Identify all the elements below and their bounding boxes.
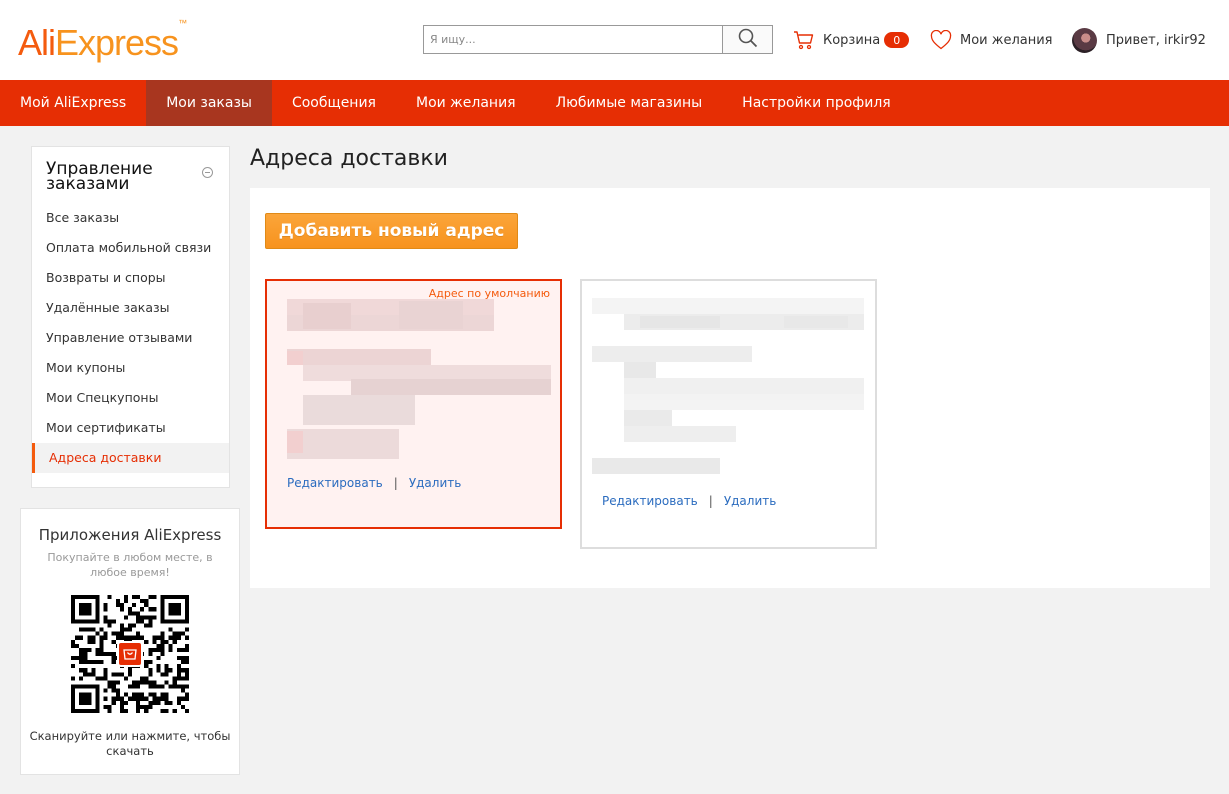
search-icon — [738, 28, 758, 52]
qr-code[interactable] — [71, 595, 189, 713]
user-avatar — [1072, 27, 1097, 53]
actions-separator: | — [708, 494, 713, 508]
cart-link[interactable]: Корзина 0 — [793, 29, 910, 51]
search-bar — [423, 25, 773, 54]
sidebar-item-returns-disputes[interactable]: Возвраты и споры — [32, 263, 229, 293]
nav-item-messages[interactable]: Сообщения — [272, 80, 396, 126]
logo-ali: Ali — [18, 22, 56, 63]
add-new-address-button[interactable]: Добавить новый адрес — [265, 213, 518, 249]
address-card: Редактировать | Удалить — [580, 279, 877, 549]
sidebar-item-special-coupons[interactable]: Мои Спецкупоны — [32, 383, 229, 413]
sidebar-item-shipping-addresses[interactable]: Адреса доставки — [32, 443, 229, 473]
app-scan-text: Сканируйте или нажмите, чтобы скачать — [29, 729, 231, 758]
sidebar-item-mobile-payment[interactable]: Оплата мобильной связи — [32, 233, 229, 263]
cart-count-badge: 0 — [884, 32, 910, 48]
sidebar-list: Все заказы Оплата мобильной связи Возвра… — [32, 203, 229, 473]
order-management-panel: Управление заказами Все заказы Оплата мо… — [31, 146, 230, 488]
aliexpress-app-icon — [117, 641, 143, 667]
address-actions: Редактировать | Удалить — [287, 476, 461, 490]
sidebar-item-coupons[interactable]: Мои купоны — [32, 353, 229, 383]
header: AliExpress™ Корзина 0 Мои желания Привет… — [0, 0, 1229, 80]
heart-icon — [930, 30, 952, 50]
sidebar-title: Управление заказами — [46, 159, 153, 194]
cart-icon — [793, 30, 815, 50]
user-menu[interactable]: Привет, irkir92 — [1072, 27, 1206, 53]
nav-item-my-orders[interactable]: Мои заказы — [146, 80, 272, 126]
user-greeting: Привет, irkir92 — [1106, 32, 1206, 48]
wishlist-link[interactable]: Мои желания — [930, 29, 1053, 51]
sidebar-item-all-orders[interactable]: Все заказы — [32, 203, 229, 233]
wishlist-label: Мои желания — [960, 32, 1053, 48]
logo-tm: ™ — [178, 18, 188, 28]
sidebar-item-feedback[interactable]: Управление отзывами — [32, 323, 229, 353]
sidebar-item-deleted-orders[interactable]: Удалённые заказы — [32, 293, 229, 323]
logo-express: Express — [55, 22, 179, 63]
page-title: Адреса доставки — [250, 146, 448, 171]
main-nav: Мой AliExpress Мои заказы Сообщения Мои … — [0, 80, 1229, 126]
address-actions: Редактировать | Удалить — [602, 494, 776, 508]
address-blurred-content — [287, 299, 552, 468]
nav-item-wishlist[interactable]: Мои желания — [396, 80, 536, 126]
search-button[interactable] — [722, 26, 772, 53]
edit-address-link[interactable]: Редактировать — [602, 494, 698, 508]
search-input[interactable] — [424, 26, 722, 53]
delete-address-link[interactable]: Удалить — [409, 476, 462, 490]
actions-separator: | — [393, 476, 398, 490]
edit-address-link[interactable]: Редактировать — [287, 476, 383, 490]
address-blurred-content — [592, 298, 867, 482]
nav-item-favorite-stores[interactable]: Любимые магазины — [536, 80, 723, 126]
nav-item-profile-settings[interactable]: Настройки профиля — [722, 80, 911, 126]
aliexpress-logo[interactable]: AliExpress™ — [18, 18, 187, 64]
app-download-panel: Приложения AliExpress Покупайте в любом … — [20, 508, 240, 775]
cart-label: Корзина — [823, 32, 881, 48]
nav-item-my-aliexpress[interactable]: Мой AliExpress — [0, 80, 146, 126]
app-subtitle: Покупайте в любом месте, в любое время! — [47, 551, 213, 579]
delete-address-link[interactable]: Удалить — [724, 494, 777, 508]
sidebar-item-certificates[interactable]: Мои сертификаты — [32, 413, 229, 443]
collapse-icon[interactable] — [202, 167, 213, 178]
addresses-panel: Добавить новый адрес Адрес по умолчанию — [250, 188, 1210, 588]
app-title: Приложения AliExpress — [38, 526, 222, 544]
address-card-default: Адрес по умолчанию Редактировать | Удали… — [265, 279, 562, 529]
